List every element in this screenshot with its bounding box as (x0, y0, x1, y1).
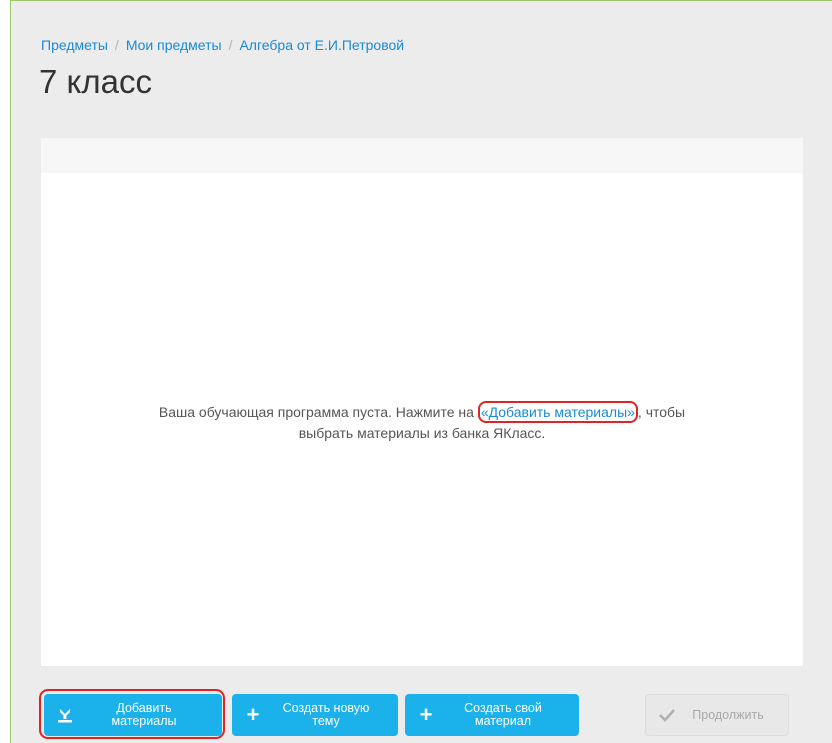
plus-icon: + (246, 702, 260, 727)
program-panel: Ваша обучающая программа пуста. Нажмите … (41, 173, 803, 666)
add-materials-button[interactable]: Добавить материалы (44, 694, 222, 736)
add-materials-label: Добавить материалы (76, 702, 212, 728)
empty-state-message: Ваша обучающая программа пуста. Нажмите … (41, 401, 803, 443)
create-material-button[interactable]: + Создать свой материал (405, 694, 579, 736)
breadcrumb-item-algebra[interactable]: Алгебра от Е.И.Петровой (239, 37, 404, 53)
create-material-label-line1: Создать свой (464, 701, 542, 715)
checkmark-icon (656, 708, 678, 722)
empty-state-text: Ваша обучающая программа пуста. Нажмите … (158, 404, 478, 420)
create-topic-button[interactable]: + Создать новую тему (232, 694, 398, 736)
create-material-label-line2: материал (475, 714, 531, 728)
add-materials-label-line2: материалы (111, 714, 177, 728)
breadcrumb-item-subjects[interactable]: Предметы (41, 37, 108, 53)
download-tray-icon (54, 707, 76, 723)
breadcrumb-separator: / (114, 37, 119, 53)
breadcrumb: Предметы / Мои предметы / Алгебра от Е.И.Пет… (41, 37, 404, 53)
page-frame: Предметы / Мои предметы / Алгебра от Е.И.Пет… (10, 0, 832, 743)
program-panel-header (41, 138, 803, 173)
page-title: 7 класс (39, 63, 152, 100)
plus-icon: + (419, 702, 433, 727)
create-material-label: Создать свой материал (437, 702, 569, 728)
breadcrumb-separator: / (228, 37, 233, 53)
highlight-outline: «Добавить материалы» (477, 401, 638, 423)
breadcrumb-item-my-subjects[interactable]: Мои предметы (126, 37, 222, 53)
empty-state-text: , чтобы (637, 404, 686, 420)
add-materials-label-line1: Добавить (116, 701, 172, 715)
create-topic-label-line2: тему (312, 714, 340, 728)
create-topic-label-line1: Создать новую (282, 701, 370, 715)
empty-state-text: выбрать материалы из банка ЯКласс. (298, 425, 546, 441)
continue-label: Продолжить (692, 707, 764, 722)
add-materials-link[interactable]: «Добавить материалы» (481, 404, 635, 420)
create-topic-label: Создать новую тему (264, 702, 388, 728)
continue-button[interactable]: Продолжить (645, 694, 789, 736)
